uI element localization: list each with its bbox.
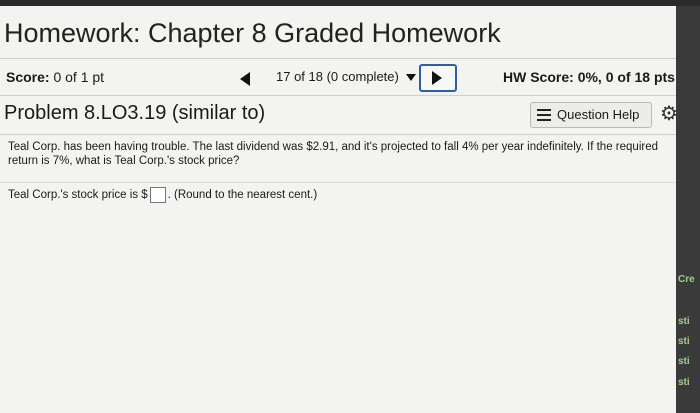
question-help-label: Question Help: [557, 107, 640, 122]
answer-line: Teal Corp.'s stock price is $. (Round to…: [8, 187, 317, 203]
page-title: Homework: Chapter 8 Graded Homework: [4, 18, 501, 48]
divider: [0, 182, 676, 183]
score-value: 0 of 1 pt: [53, 69, 105, 85]
score-row: Score: 0 of 1 pt 17 of 18 (0 complete) H…: [0, 59, 700, 96]
problem-title: Problem 8.LO3.19 (similar to): [4, 102, 266, 124]
sidebar-item[interactable]: sti: [678, 316, 690, 327]
hw-score-label: HW Score:: [503, 69, 574, 85]
sidebar-item[interactable]: sti: [678, 377, 690, 388]
hw-score: HW Score: 0%, 0 of 18 pts: [503, 69, 675, 85]
progress-label: 17 of 18 (0 complete): [276, 69, 399, 84]
homework-page: Homework: Chapter 8 Graded Homework Scor…: [0, 6, 700, 413]
question-text: Teal Corp. has been having trouble. The …: [8, 141, 658, 167]
question-progress-dropdown[interactable]: 17 of 18 (0 complete): [276, 69, 417, 84]
score: Score: 0 of 1 pt: [6, 69, 104, 85]
previous-question-button[interactable]: [240, 72, 250, 86]
sidebar-item[interactable]: sti: [678, 336, 690, 347]
score-label: Score:: [6, 69, 50, 85]
sidebar-item[interactable]: Cre: [678, 274, 695, 285]
stock-price-input[interactable]: [149, 187, 166, 203]
right-sidebar: Cre sti sti sti sti: [676, 6, 700, 413]
hw-score-value: 0%, 0 of 18 pts: [577, 69, 675, 85]
sidebar-item[interactable]: sti: [678, 356, 690, 367]
caret-down-icon: [406, 74, 417, 82]
problem-row: Problem 8.LO3.19 (similar to) Question H…: [0, 96, 700, 135]
answer-hint: (Round to the nearest cent.): [174, 189, 318, 202]
list-icon: [537, 109, 551, 121]
header-row: Homework: Chapter 8 Graded Homework: [0, 6, 676, 59]
arrow-right-icon: [432, 71, 442, 85]
next-question-button[interactable]: [419, 64, 457, 92]
answer-prefix: Teal Corp.'s stock price is $: [8, 189, 148, 202]
question-help-button[interactable]: Question Help: [530, 102, 652, 128]
